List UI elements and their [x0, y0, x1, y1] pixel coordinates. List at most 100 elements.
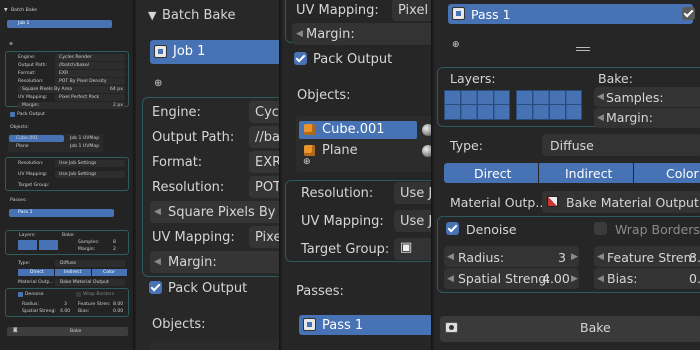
overview-panel: ▼ Batch Bake Job 1 ⊕ Engine: Cycles Rend…	[0, 0, 134, 350]
spatial-value: 4.00	[542, 271, 570, 286]
format-label: Format:	[152, 155, 203, 170]
add-pass-icon[interactable]: ⊕	[452, 40, 460, 50]
job-list-item[interactable]	[150, 40, 279, 64]
radius-label: Radius:	[458, 250, 505, 265]
object-name-plane: Plane	[16, 144, 29, 149]
decrement-arrow-icon[interactable]: ◀	[597, 274, 604, 284]
material-node-icon	[547, 196, 558, 207]
margin-label: Margin:	[306, 27, 355, 42]
uv-mapping-label: UV Mapping:	[152, 230, 235, 245]
uv-map-icon	[422, 124, 431, 136]
direct-label: Direct	[474, 166, 512, 181]
objects-list	[150, 341, 279, 350]
object-resolution-value: Use Jo	[400, 186, 432, 201]
drag-handle-icon[interactable]	[576, 47, 590, 51]
add-job-icon[interactable]: ⊕	[154, 78, 162, 89]
format-value: EXR	[59, 71, 69, 76]
decrement-arrow-icon[interactable]: ◀	[597, 252, 604, 262]
layers-grid-left[interactable]	[444, 90, 510, 120]
decrement-arrow-icon[interactable]: ◀	[597, 92, 604, 102]
samples-value: 8	[113, 240, 116, 245]
type-label: Type:	[450, 138, 483, 153]
decrement-arrow-icon[interactable]: ◀	[597, 113, 604, 123]
add-job-icon[interactable]: ⊕	[9, 42, 13, 48]
engine-label: Engine:	[152, 105, 201, 120]
panel-title: Batch Bake	[11, 8, 37, 13]
feature-value: 8.00	[113, 302, 124, 307]
color-label: Color	[103, 270, 115, 275]
wrap-borders-checkbox[interactable]	[76, 292, 81, 297]
object-uv-cube: Job 1 UVMap	[70, 136, 100, 141]
bias-label: Bias:	[607, 271, 638, 286]
spatial-label: Spatial Streng:	[458, 271, 551, 286]
wrap-borders-label: Wrap Borders	[615, 222, 700, 237]
direct-label: Direct	[30, 270, 44, 275]
bake-button-label: Bake	[70, 329, 82, 334]
type-label: Type:	[18, 261, 31, 266]
denoise-checkbox[interactable]	[446, 222, 459, 235]
layers-grid-left-divider	[444, 104, 510, 105]
feature-label: Feature Stren:	[607, 250, 696, 265]
type-value: Diffuse	[60, 261, 77, 266]
decrement-arrow-icon[interactable]: ◀	[447, 274, 454, 284]
increment-arrow-icon[interactable]: ▶	[571, 274, 578, 284]
object-uv-mapping-value: Use Job Settings	[59, 172, 97, 177]
layers-grid-right[interactable]	[39, 240, 58, 250]
margin-value: 2 px	[113, 103, 124, 108]
square-pixels-label: Square Pixels By Area	[22, 87, 73, 92]
pass-list-item[interactable]	[299, 315, 431, 335]
passes-label: Passes:	[10, 198, 27, 203]
camera-icon	[445, 322, 458, 333]
pass-name: Pass 1	[322, 318, 364, 333]
object-icon-plane	[304, 145, 315, 156]
increment-arrow-icon[interactable]: ▶	[571, 252, 578, 262]
pass-icon	[452, 7, 465, 20]
type-value: Diffuse	[550, 138, 594, 153]
pass-enabled-checkbox[interactable]	[682, 7, 695, 20]
layers-grid-right[interactable]	[516, 90, 582, 120]
layers-label: Layers:	[19, 233, 36, 238]
decrement-arrow-icon[interactable]: ◀	[154, 207, 161, 217]
camera-icon: ◙	[13, 328, 18, 333]
bake-button[interactable]	[7, 327, 128, 336]
target-group-label: Target Group:	[301, 242, 390, 257]
layers-grid-left[interactable]	[18, 240, 37, 250]
radius-value: 3	[64, 302, 67, 307]
bake-button-label: Bake	[580, 320, 611, 335]
resolution-label: Resolution:	[152, 180, 225, 195]
pack-output-checkbox[interactable]	[294, 52, 307, 65]
pack-output-checkbox[interactable]	[149, 281, 162, 294]
object-resolution-label: Resolution:	[18, 161, 44, 166]
decrement-arrow-icon[interactable]: ◀	[447, 252, 454, 262]
object-name-cube: Cube.001	[16, 136, 39, 141]
radius-value: 3	[558, 250, 566, 265]
pack-output-checkbox[interactable]	[10, 112, 15, 117]
bake-button[interactable]	[440, 316, 700, 342]
denoise-checkbox[interactable]	[18, 292, 23, 297]
collapse-icon[interactable]: ▼	[148, 9, 156, 22]
pass-name: Pass 1	[471, 7, 511, 22]
margin-label: Margin:	[22, 103, 40, 108]
target-group-label: Target Group:	[18, 183, 50, 188]
add-object-icon[interactable]: ⊕	[303, 157, 311, 167]
samples-label: Samples:	[606, 90, 664, 105]
pass-name: Pass 1	[18, 210, 33, 215]
bias-label: Bias:	[78, 309, 90, 314]
collapse-icon[interactable]: ▼	[4, 8, 8, 14]
decrement-arrow-icon[interactable]: ◀	[296, 29, 303, 39]
objects-panel: UV Mapping: Pixel ◀ Margin: Pack Output …	[282, 0, 432, 350]
uv-mapping-value: Pixel Perfect Pack	[59, 95, 100, 100]
indirect-label: Indirect	[565, 166, 613, 181]
material-output-value: Bake Material Output	[60, 280, 109, 285]
object-name-cube: Cube.001	[322, 122, 385, 137]
radius-label: Radius:	[22, 302, 39, 307]
denoise-label: Denoise	[25, 292, 44, 297]
material-output-label: Material Outp...	[18, 280, 54, 285]
target-group-icon: ▣	[400, 240, 413, 255]
decrement-arrow-icon[interactable]: ◀	[154, 257, 161, 267]
layers-grid-right-divider	[516, 104, 582, 105]
wrap-borders-checkbox[interactable]	[594, 222, 607, 235]
uv-mapping-value: Pixel	[398, 3, 429, 18]
square-pixels-label: Square Pixels By Area	[168, 205, 279, 220]
bake-settings-label: Bake:	[62, 233, 75, 238]
